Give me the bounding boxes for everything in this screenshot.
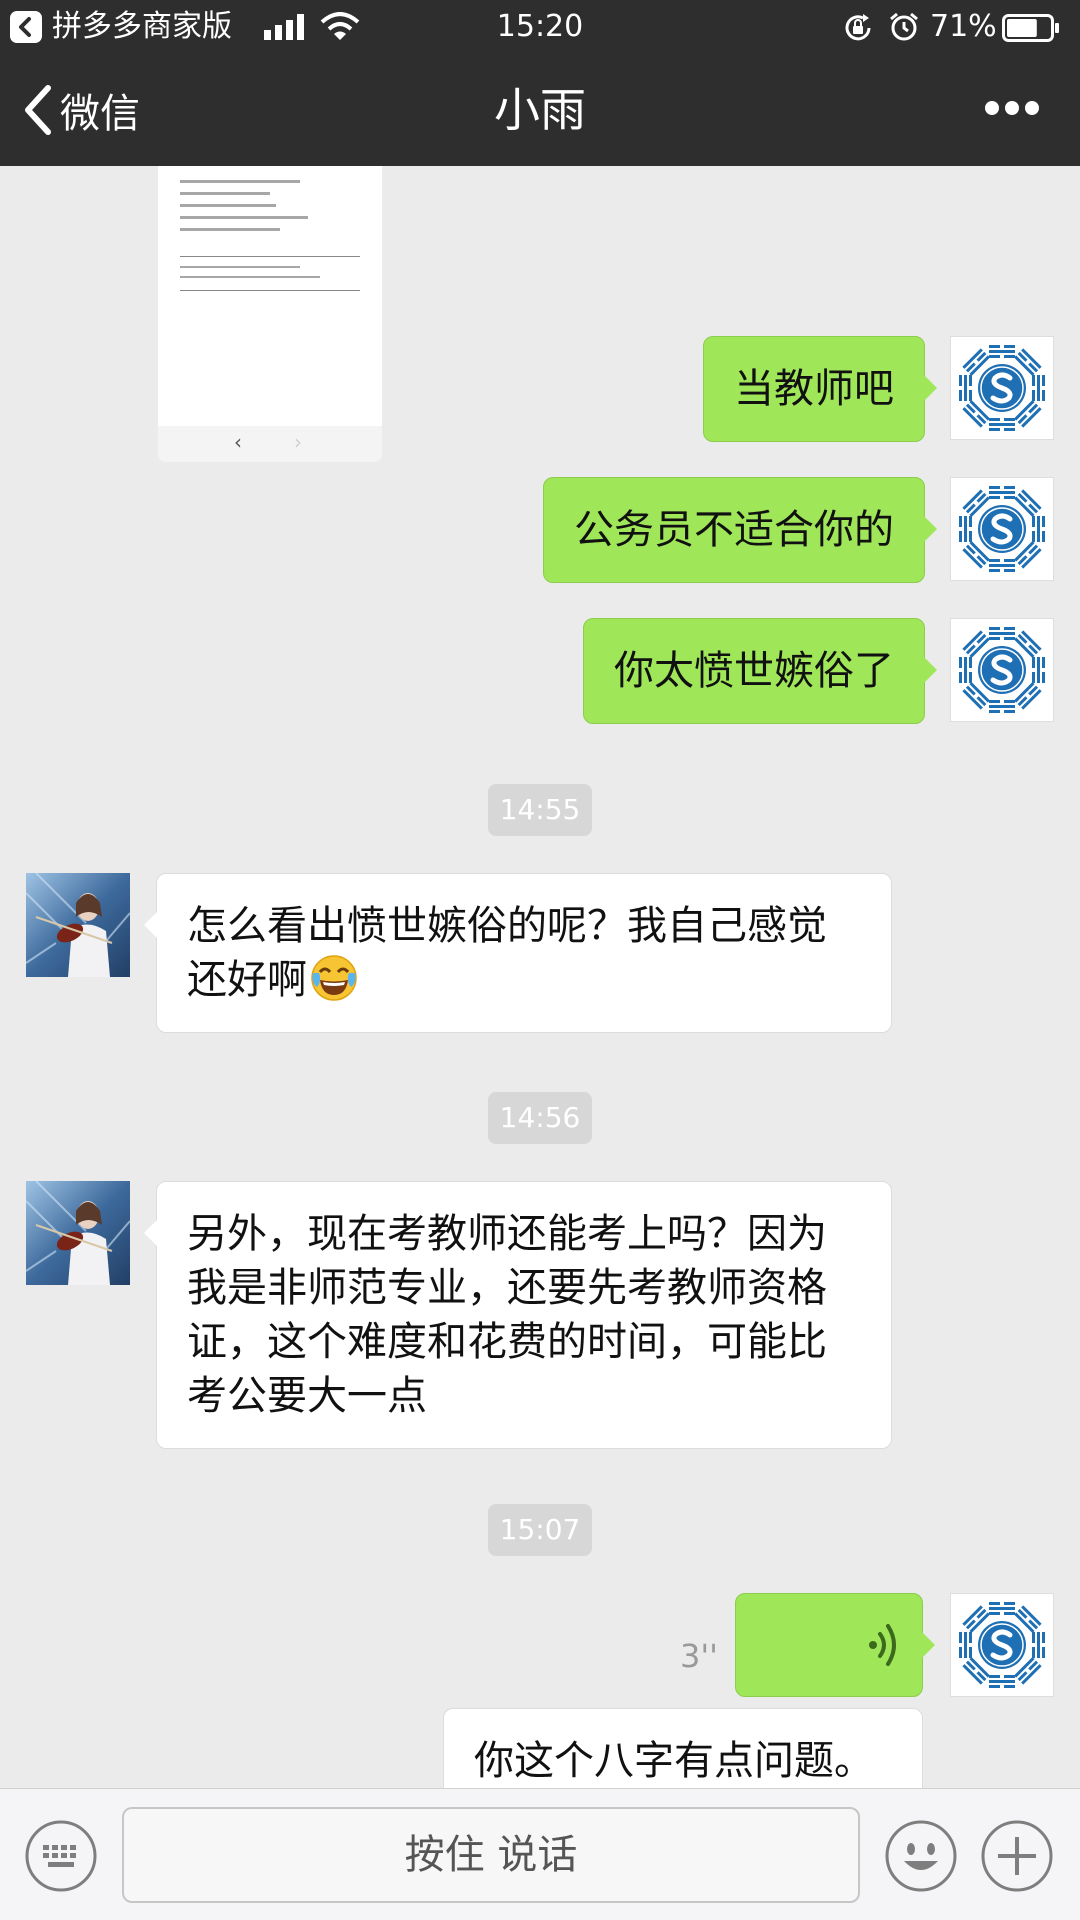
hold-to-talk-button[interactable]: 按住 说话 [122,1807,860,1903]
message-text: 公务员不适合你的 [574,507,894,553]
battery-icon [1002,14,1060,46]
battery-percent: 71% [930,9,997,44]
message-text: 另外，现在考教师还能考上吗？因为我是非师范专业，还要先考教师资格证，这个难度和花… [187,1211,827,1419]
more-dots-icon[interactable] [984,100,1040,120]
contact-avatar[interactable] [26,873,130,977]
message-text: 怎么看出愤世嫉俗的呢？我自己感觉还好啊 [187,903,827,1003]
nav-bar: 微信 小雨 [0,54,1080,166]
keyboard-icon[interactable] [24,1819,98,1897]
timestamp: 14:55 [0,784,1080,836]
rotation-lock-icon [842,12,874,48]
emoji-icon[interactable] [884,1819,958,1897]
my-avatar[interactable] [950,336,1054,440]
voice-duration: 3'' [680,1637,718,1675]
chat-title: 小雨 [494,83,586,137]
incoming-message[interactable]: 你这个八字有点问题。 [443,1708,923,1788]
contact-avatar[interactable] [26,1181,130,1285]
chevron-right-icon: › [294,430,302,454]
image-message-preview[interactable]: ‹ › [158,166,382,462]
voice-message[interactable] [735,1593,935,1697]
message-text: 当教师吧 [734,366,894,412]
voice-wave-icon [869,1624,896,1666]
my-avatar[interactable] [950,618,1054,722]
outgoing-message[interactable]: 你太愤世嫉俗了 [583,618,937,724]
timestamp: 14:56 [0,1092,1080,1144]
my-avatar[interactable] [950,1593,1054,1697]
incoming-message[interactable]: 怎么看出愤世嫉俗的呢？我自己感觉还好啊 [144,873,892,1033]
plus-icon[interactable] [980,1819,1054,1897]
incoming-message[interactable]: 另外，现在考教师还能考上吗？因为我是非师范专业，还要先考教师资格证，这个难度和花… [144,1181,892,1449]
status-bar: 拼多多商家版 15:20 71% [0,0,1080,54]
chevron-left-icon: ‹ [234,430,242,454]
input-bar: 按住 说话 [0,1788,1080,1920]
message-text: 你太愤世嫉俗了 [614,648,894,694]
my-avatar[interactable] [950,477,1054,581]
timestamp: 15:07 [0,1504,1080,1556]
outgoing-message[interactable]: 当教师吧 [703,336,937,442]
message-text: 你这个八字有点问题。 [474,1738,874,1784]
alarm-icon [888,11,920,47]
tears-of-joy-emoji [311,955,357,1001]
chat-area[interactable]: ‹ › 当教师吧 公务员不适合你的 你太愤世嫉俗了 14:55 怎么看出愤世嫉俗… [0,166,1080,1788]
outgoing-message[interactable]: 公务员不适合你的 [543,477,937,583]
